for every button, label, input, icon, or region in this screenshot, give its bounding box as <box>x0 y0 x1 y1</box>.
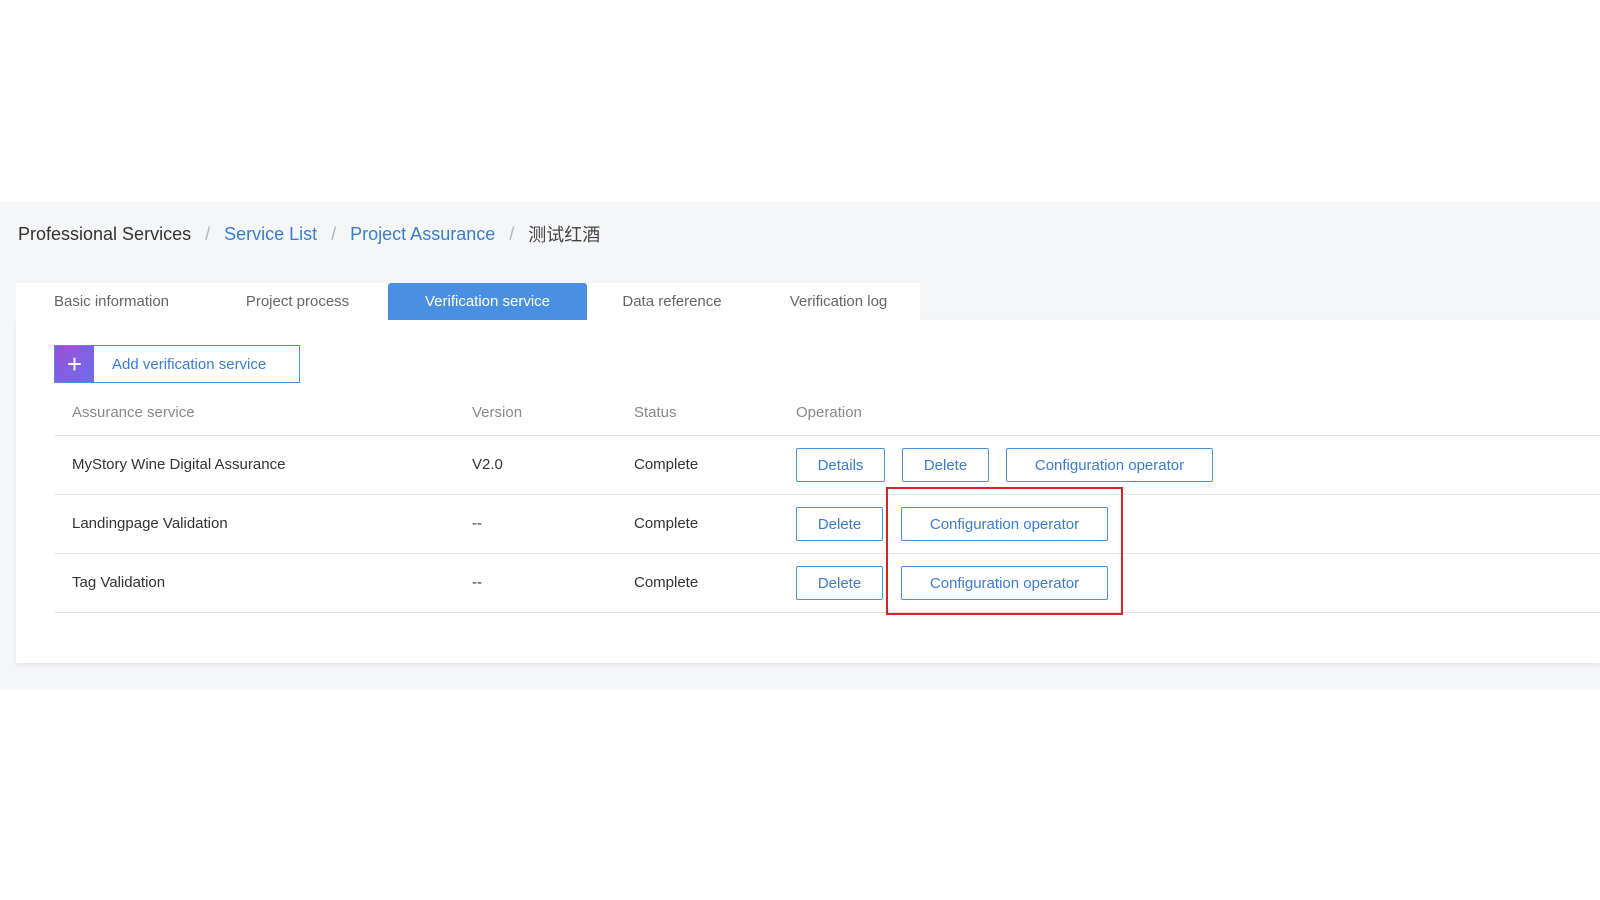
table-divider <box>54 435 1600 436</box>
delete-button[interactable]: Delete <box>902 448 989 482</box>
configuration-operator-button[interactable]: Configuration operator <box>901 507 1108 541</box>
tab-verification-log[interactable]: Verification log <box>757 283 920 320</box>
breadcrumb: Professional Services / Service List / P… <box>18 219 600 249</box>
tab-basic-information[interactable]: Basic information <box>16 283 207 320</box>
header-assurance-service: Assurance service <box>72 404 195 421</box>
tab-data-reference[interactable]: Data reference <box>587 283 757 320</box>
header-operation: Operation <box>796 404 862 421</box>
cell-service: MyStory Wine Digital Assurance <box>72 456 286 473</box>
cell-status: Complete <box>634 456 699 473</box>
breadcrumb-separator: / <box>205 223 211 244</box>
configuration-operator-button[interactable]: Configuration operator <box>1006 448 1213 482</box>
cell-status: Complete <box>634 574 699 591</box>
delete-button[interactable]: Delete <box>796 566 883 600</box>
cell-service: Tag Validation <box>72 574 166 591</box>
tab-project-process[interactable]: Project process <box>207 283 388 320</box>
verification-service-panel: + Add verification service Assurance ser… <box>16 320 1600 663</box>
breadcrumb-project-assurance[interactable]: Project Assurance <box>350 224 495 245</box>
cell-status: Complete <box>634 515 699 532</box>
add-verification-service-label: Add verification service <box>112 355 267 373</box>
header-status: Status <box>634 404 677 421</box>
table-divider <box>54 553 1600 554</box>
breadcrumb-separator: / <box>509 223 515 244</box>
header-version: Version <box>472 404 523 421</box>
details-button[interactable]: Details <box>796 448 885 482</box>
tab-bar: Basic information Project process Verifi… <box>16 283 920 322</box>
breadcrumb-separator: / <box>331 223 337 244</box>
delete-button[interactable]: Delete <box>796 507 883 541</box>
breadcrumb-service-list[interactable]: Service List <box>224 224 317 245</box>
cell-version: V2.0 <box>472 456 503 473</box>
tab-verification-service[interactable]: Verification service <box>388 283 587 320</box>
cell-service: Landingpage Validation <box>72 515 228 532</box>
breadcrumb-current: 测试红酒 <box>528 225 601 245</box>
add-verification-service-button[interactable]: + Add verification service <box>54 345 300 383</box>
configuration-operator-button[interactable]: Configuration operator <box>901 566 1108 600</box>
table-divider <box>54 612 1600 613</box>
plus-icon: + <box>55 346 94 382</box>
cell-version: -- <box>472 515 482 532</box>
cell-version: -- <box>472 574 482 591</box>
breadcrumb-professional-services[interactable]: Professional Services <box>18 224 191 245</box>
table-divider <box>54 494 1600 495</box>
